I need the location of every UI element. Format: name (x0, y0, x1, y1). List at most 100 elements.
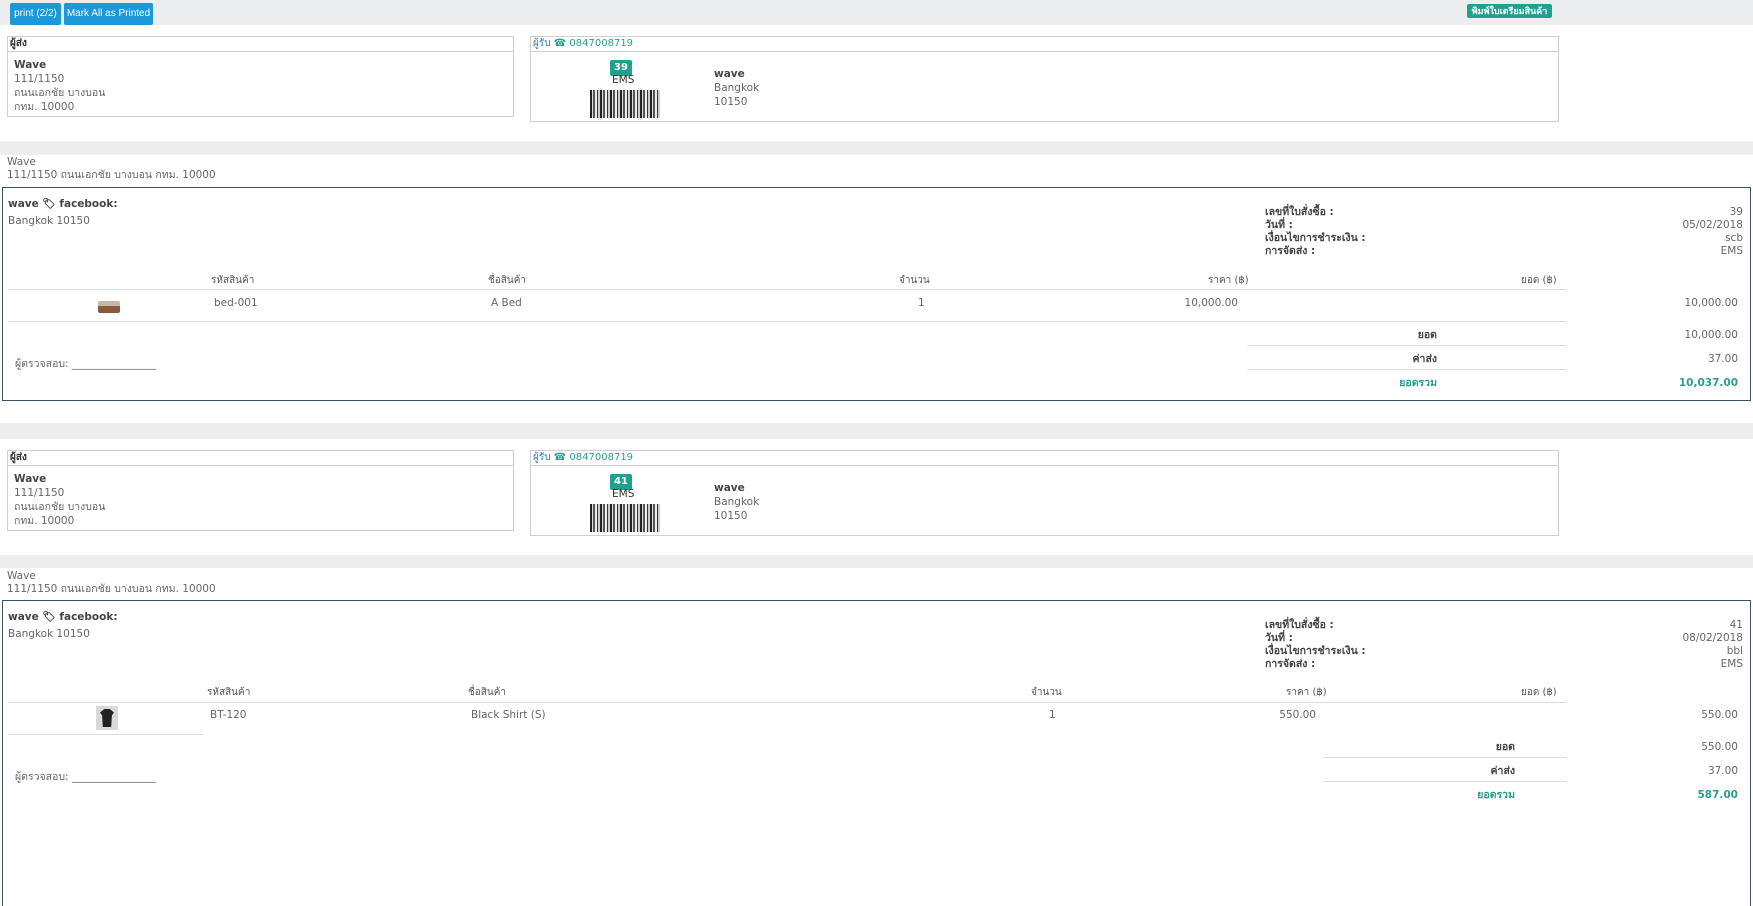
customer-address: Bangkok 10150 (8, 215, 90, 227)
row-divider (8, 321, 1567, 322)
row-name: A Bed (491, 297, 522, 309)
sender-name: Wave (14, 473, 47, 485)
receiver-header: ผู้รับ ☎ 0847008719 (531, 37, 1558, 52)
shop-name: Wave (7, 570, 36, 582)
col-amount: ยอด (฿) (1521, 687, 1557, 698)
date-label: วันที่ : (1265, 219, 1293, 231)
customer-line: wave 🏷 facebook: (8, 610, 118, 624)
row-qty: 1 (1049, 709, 1056, 721)
shipping-divider (1323, 781, 1567, 782)
order-no-label: เลขที่ใบสั่งซื้อ : (1265, 206, 1334, 218)
total-value: 587.00 (1697, 789, 1738, 801)
total-label: ยอดรวม (1399, 377, 1437, 389)
sender-line2: ถนนเอกชัย บางบอน (14, 501, 106, 513)
shipping-method-label: การจัดส่ง : (1265, 245, 1316, 257)
receiver-header-label: ผู้รับ (533, 38, 551, 49)
payment-label: เงื่อนไขการชำระเงิน : (1265, 645, 1366, 657)
mark-all-printed-button[interactable]: Mark All as Printed (64, 3, 153, 25)
receiver-box: ผู้รับ ☎ 0847008719 39 EMS wave Bangkok … (530, 36, 1559, 122)
subtotal-label: ยอด (1417, 329, 1437, 341)
shipping-fee-value: 37.00 (1707, 353, 1738, 365)
order-no-label: เลขที่ใบสั่งซื้อ : (1265, 619, 1334, 631)
receiver-zip: 10150 (714, 510, 748, 522)
col-price: ราคา (฿) (1208, 275, 1249, 286)
receiver-header-label: ผู้รับ (533, 452, 551, 463)
subtotal-value: 550.00 (1701, 741, 1738, 753)
carrier-label: EMS (612, 74, 635, 86)
phone-icon: ☎ (553, 38, 567, 49)
sender-line3: กทม. 10000 (14, 515, 75, 527)
col-sku: รหัสสินค้า (207, 687, 251, 698)
checker-signature: ผู้ตรวจสอบ: ________________ (15, 771, 156, 783)
receiver-phone: 0847008719 (569, 38, 634, 49)
invoice-box: wave 🏷 facebook: Bangkok 10150 เลขที่ใบส… (2, 600, 1751, 906)
header-divider (8, 289, 1567, 290)
customer-address: Bangkok 10150 (8, 628, 90, 640)
total-value: 10,037.00 (1678, 377, 1738, 389)
date-label: วันที่ : (1265, 632, 1293, 644)
receiver-city: Bangkok (714, 496, 760, 508)
shipping-label-section: ผู้ส่ง Wave 111/1150 ถนนเอกชัย บางบอน กท… (0, 25, 1753, 141)
sender-box: ผู้ส่ง Wave 111/1150 ถนนเอกชัย บางบอน กท… (7, 450, 514, 531)
subtotal-divider (1323, 757, 1567, 758)
customer-social: facebook: (59, 611, 118, 623)
print-prep-sheet-button[interactable]: พิมพ์ใบเตรียมสินค้า (1467, 4, 1552, 18)
sender-line1: 111/1150 (14, 487, 65, 499)
shirt-image (96, 706, 118, 730)
receiver-header: ผู้รับ ☎ 0847008719 (531, 451, 1558, 466)
phone-icon: ☎ (553, 452, 567, 463)
row-amount: 550.00 (1701, 709, 1738, 721)
sender-line3: กทม. 10000 (14, 101, 75, 113)
sender-header: ผู้ส่ง (8, 37, 513, 52)
barcode-image (590, 90, 660, 118)
sender-line1: 111/1150 (14, 73, 65, 85)
receiver-city: Bangkok (714, 82, 760, 94)
date-value: 05/02/2018 (1682, 219, 1743, 231)
customer-line: wave 🏷 facebook: (8, 197, 118, 211)
shipping-fee-value: 37.00 (1707, 765, 1738, 777)
shop-address: 111/1150 ถนนเอกชัย บางบอน กทม. 10000 (7, 169, 216, 181)
tag-icon: 🏷 (42, 198, 56, 210)
print-button[interactable]: print (2/2) (10, 3, 61, 25)
row-price: 550.00 (1279, 709, 1316, 721)
payment-value: scb (1725, 232, 1743, 244)
payment-value: bbl (1726, 645, 1743, 657)
receiver-phone: 0847008719 (569, 452, 634, 463)
col-price: ราคา (฿) (1286, 687, 1327, 698)
col-sku: รหัสสินค้า (211, 275, 255, 286)
customer-name: wave (8, 611, 39, 623)
shop-name: Wave (7, 156, 36, 168)
invoice-box: wave 🏷 facebook: Bangkok 10150 เลขที่ใบส… (2, 187, 1751, 401)
payment-label: เงื่อนไขการชำระเงิน : (1265, 232, 1366, 244)
sender-name: Wave (14, 59, 47, 71)
order-no-value: 39 (1729, 206, 1743, 218)
date-value: 08/02/2018 (1682, 632, 1743, 644)
total-label: ยอดรวม (1477, 789, 1515, 801)
customer-social: facebook: (59, 198, 118, 210)
row-sku: bed-001 (214, 297, 258, 309)
row-qty: 1 (918, 297, 925, 309)
shop-address: 111/1150 ถนนเอกชัย บางบอน กทม. 10000 (7, 583, 216, 595)
shipping-method-label: การจัดส่ง : (1265, 658, 1316, 670)
barcode-image (590, 504, 660, 532)
col-amount: ยอด (฿) (1521, 275, 1557, 286)
col-qty: จำนวน (1031, 687, 1062, 698)
subtotal-label: ยอด (1495, 741, 1515, 753)
subtotal-divider (1247, 345, 1567, 346)
row-divider (8, 734, 203, 735)
row-name: Black Shirt (S) (471, 709, 546, 721)
row-amount: 10,000.00 (1684, 297, 1738, 309)
sender-header: ผู้ส่ง (8, 451, 513, 466)
shipping-method-value: EMS (1720, 658, 1743, 670)
carrier-label: EMS (612, 488, 635, 500)
shipping-fee-label: ค่าส่ง (1412, 353, 1437, 365)
invoice-section: Wave 111/1150 ถนนเอกชัย บางบอน กทม. 1000… (0, 568, 1753, 906)
receiver-name: wave (714, 68, 745, 80)
sender-line2: ถนนเอกชัย บางบอน (14, 87, 106, 99)
customer-name: wave (8, 198, 39, 210)
col-name: ชื่อสินค้า (488, 275, 527, 286)
col-qty: จำนวน (899, 275, 930, 286)
col-name: ชื่อสินค้า (468, 687, 507, 698)
shipping-label-section: ผู้ส่ง Wave 111/1150 ถนนเอกชัย บางบอน กท… (0, 439, 1753, 555)
tag-icon: 🏷 (42, 611, 56, 623)
